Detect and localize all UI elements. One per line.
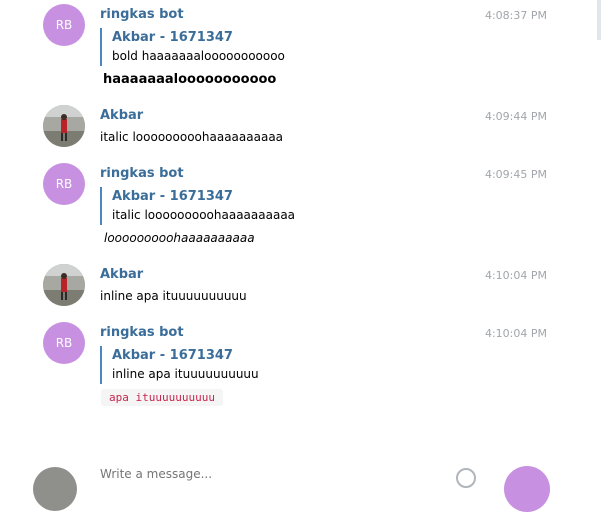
message-time: 4:09:45 PM: [484, 168, 547, 181]
message-time: 4:08:37 PM: [484, 9, 547, 22]
avatar[interactable]: [43, 105, 85, 147]
message-item: Akbar 4:10:04 PM inline apa ituuuuuuuuuu: [0, 260, 601, 318]
message-item: RB ringkas bot 4:08:37 PM Akbar - 167134…: [0, 0, 601, 100]
message-time: 4:09:44 PM: [484, 110, 547, 123]
message-text-bold: haaaaaaalooooooooooo: [103, 72, 277, 87]
message-input[interactable]: [100, 466, 440, 482]
sender-name[interactable]: ringkas bot: [100, 166, 184, 181]
emoji-icon[interactable]: [456, 468, 476, 488]
message-item: RB ringkas bot 4:09:45 PM Akbar - 167134…: [0, 160, 601, 260]
avatar[interactable]: [43, 264, 85, 306]
sender-name[interactable]: Akbar: [100, 267, 143, 282]
sender-name[interactable]: Akbar: [100, 108, 143, 123]
quote-text: bold haaaaaaalooooooooooo: [112, 49, 285, 63]
message-time: 4:10:04 PM: [484, 327, 547, 340]
message-item: RB ringkas bot 4:10:04 PM Akbar - 167134…: [0, 318, 601, 418]
quote-text: italic looooooooohaaaaaaaaaa: [112, 208, 296, 222]
reply-quote[interactable]: Akbar - 1671347 inline apa ituuuuuuuuuu: [100, 346, 259, 384]
avatar[interactable]: RB: [43, 4, 85, 46]
quote-text: inline apa ituuuuuuuuuu: [112, 367, 259, 381]
avatar-initials: RB: [55, 336, 73, 350]
quote-author: Akbar - 1671347: [112, 189, 233, 204]
sender-name[interactable]: ringkas bot: [100, 7, 184, 22]
message-time: 4:10:04 PM: [484, 269, 547, 282]
avatar[interactable]: RB: [43, 163, 85, 205]
avatar[interactable]: RB: [43, 322, 85, 364]
quote-author: Akbar - 1671347: [112, 30, 233, 45]
user-photo-icon: [43, 264, 85, 306]
reply-quote[interactable]: Akbar - 1671347 italic looooooooohaaaaaa…: [100, 187, 295, 225]
message-composer: [0, 456, 601, 512]
reply-quote[interactable]: Akbar - 1671347 bold haaaaaaaloooooooooo…: [100, 28, 285, 66]
message-text: italic looooooooohaaaaaaaaaa: [100, 130, 284, 144]
avatar-initials: RB: [55, 18, 73, 32]
user-photo-icon: [43, 105, 85, 147]
sender-name[interactable]: ringkas bot: [100, 325, 184, 340]
message-text: inline apa ituuuuuuuuuu: [100, 289, 247, 303]
peer-avatar[interactable]: [504, 466, 550, 512]
message-text-italic: looooooooohaaaaaaaaaa: [104, 231, 255, 245]
message-text-code: apa ituuuuuuuuuu: [101, 389, 223, 406]
avatar-initials: RB: [55, 177, 73, 191]
quote-author: Akbar - 1671347: [112, 348, 233, 363]
message-item: Akbar 4:09:44 PM italic looooooooohaaaaa…: [0, 100, 601, 160]
